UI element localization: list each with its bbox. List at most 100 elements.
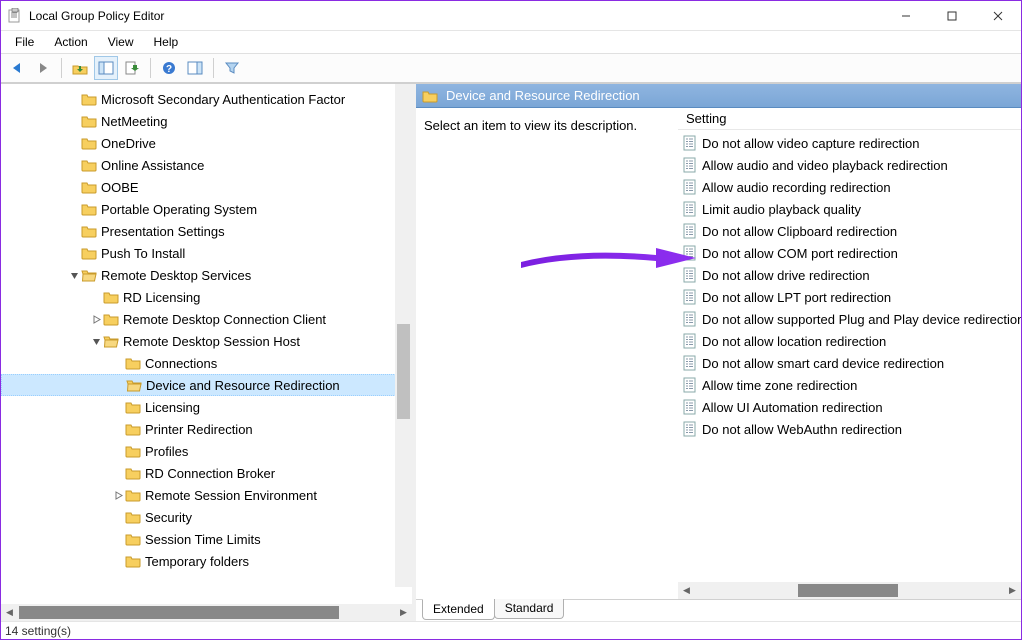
policy-setting-item[interactable]: Do not allow location redirection <box>678 330 1021 352</box>
tree-item-label: Presentation Settings <box>101 224 225 239</box>
tree-item[interactable]: OOBE <box>1 176 412 198</box>
tree-item[interactable]: RD Licensing <box>1 286 412 308</box>
policy-setting-label: Allow time zone redirection <box>702 378 857 393</box>
main-content: Microsoft Secondary Authentication Facto… <box>1 83 1021 621</box>
tree-item-label: OneDrive <box>101 136 156 151</box>
scroll-right-icon[interactable]: ▶ <box>395 604 412 621</box>
details-content: Select an item to view its description. … <box>416 108 1021 599</box>
tree-item-label: Session Time Limits <box>145 532 261 547</box>
chevron-right-icon[interactable] <box>111 491 125 500</box>
help-icon[interactable]: ? <box>157 56 181 80</box>
tree-item[interactable]: NetMeeting <box>1 110 412 132</box>
tree-item[interactable]: Presentation Settings <box>1 220 412 242</box>
scroll-left-icon[interactable]: ◀ <box>1 604 18 621</box>
window-title: Local Group Policy Editor <box>29 9 164 23</box>
up-folder-icon[interactable] <box>68 56 92 80</box>
policy-setting-label: Do not allow COM port redirection <box>702 246 898 261</box>
policy-setting-item[interactable]: Allow audio recording redirection <box>678 176 1021 198</box>
policy-icon <box>682 377 698 393</box>
tree-vertical-scrollbar[interactable] <box>395 84 412 587</box>
title-bar: Local Group Policy Editor <box>1 1 1021 31</box>
tree-horizontal-scrollbar[interactable]: ◀ ▶ <box>1 604 412 621</box>
policy-setting-label: Do not allow drive redirection <box>702 268 870 283</box>
details-tabs: ExtendedStandard <box>416 599 1021 621</box>
folder-icon <box>125 399 141 415</box>
column-header-setting[interactable]: Setting <box>678 108 1021 130</box>
tree-item[interactable]: Remote Desktop Session Host <box>1 330 412 352</box>
close-button[interactable] <box>975 1 1021 31</box>
policy-setting-item[interactable]: Do not allow LPT port redirection <box>678 286 1021 308</box>
policy-setting-item[interactable]: Allow audio and video playback redirecti… <box>678 154 1021 176</box>
folder-icon <box>125 443 141 459</box>
export-list-icon[interactable] <box>120 56 144 80</box>
column-header-label: Setting <box>686 111 726 126</box>
tree-item-label: RD Licensing <box>123 290 200 305</box>
tree-item[interactable]: RD Connection Broker <box>1 462 412 484</box>
tree-item[interactable]: Remote Desktop Connection Client <box>1 308 412 330</box>
tree-item[interactable]: Push To Install <box>1 242 412 264</box>
tree-item[interactable]: Connections <box>1 352 412 374</box>
policy-setting-item[interactable]: Do not allow supported Plug and Play dev… <box>678 308 1021 330</box>
settings-list-column: Setting Do not allow video capture redir… <box>678 108 1021 599</box>
tree-item-label: Remote Desktop Connection Client <box>123 312 326 327</box>
chevron-down-icon[interactable] <box>89 337 103 346</box>
toolbar-separator <box>213 58 214 78</box>
toolbar: ? <box>1 53 1021 83</box>
policy-setting-label: Allow audio and video playback redirecti… <box>702 158 948 173</box>
policy-setting-item[interactable]: Do not allow drive redirection <box>678 264 1021 286</box>
policy-setting-label: Do not allow WebAuthn redirection <box>702 422 902 437</box>
policy-setting-label: Do not allow Clipboard redirection <box>702 224 897 239</box>
policy-setting-label: Do not allow video capture redirection <box>702 136 920 151</box>
tree-item[interactable]: Licensing <box>1 396 412 418</box>
menu-help[interactable]: Help <box>144 33 189 51</box>
tree-item[interactable]: Device and Resource Redirection <box>1 374 412 396</box>
show-hide-action-icon[interactable] <box>183 56 207 80</box>
minimize-button[interactable] <box>883 1 929 31</box>
policy-setting-item[interactable]: Do not allow WebAuthn redirection <box>678 418 1021 440</box>
tree-item[interactable]: Remote Session Environment <box>1 484 412 506</box>
tree-item-label: Temporary folders <box>145 554 249 569</box>
tree-item[interactable]: Temporary folders <box>1 550 412 572</box>
policy-setting-item[interactable]: Do not allow video capture redirection <box>678 132 1021 154</box>
maximize-button[interactable] <box>929 1 975 31</box>
tree-item[interactable]: Profiles <box>1 440 412 462</box>
chevron-right-icon[interactable] <box>89 315 103 324</box>
policy-setting-item[interactable]: Limit audio playback quality <box>678 198 1021 220</box>
scroll-right-icon[interactable]: ▶ <box>1004 582 1021 599</box>
policy-setting-item[interactable]: Do not allow COM port redirection <box>678 242 1021 264</box>
tree-item[interactable]: Session Time Limits <box>1 528 412 550</box>
scrollbar-thumb[interactable] <box>798 584 898 597</box>
chevron-down-icon[interactable] <box>67 271 81 280</box>
menu-action[interactable]: Action <box>44 33 97 51</box>
tree-item[interactable]: Portable Operating System <box>1 198 412 220</box>
tree-item[interactable]: OneDrive <box>1 132 412 154</box>
tab-extended[interactable]: Extended <box>422 599 495 620</box>
tree-item[interactable]: Security <box>1 506 412 528</box>
menu-view[interactable]: View <box>98 33 144 51</box>
folder-icon <box>125 509 141 525</box>
scrollbar-thumb[interactable] <box>397 324 410 419</box>
settings-list[interactable]: Do not allow video capture redirection Al… <box>678 130 1021 582</box>
tree-item[interactable]: Remote Desktop Services <box>1 264 412 286</box>
show-hide-tree-icon[interactable] <box>94 56 118 80</box>
tab-standard[interactable]: Standard <box>494 599 565 619</box>
toolbar-separator <box>150 58 151 78</box>
tree-item-label: Connections <box>145 356 217 371</box>
policy-setting-item[interactable]: Allow UI Automation redirection <box>678 396 1021 418</box>
policy-setting-item[interactable]: Do not allow smart card device redirecti… <box>678 352 1021 374</box>
tree-item[interactable]: Printer Redirection <box>1 418 412 440</box>
tree-item[interactable]: Microsoft Secondary Authentication Facto… <box>1 88 412 110</box>
scroll-left-icon[interactable]: ◀ <box>678 582 695 599</box>
tree-item-label: Push To Install <box>101 246 185 261</box>
list-horizontal-scrollbar[interactable]: ◀ ▶ <box>678 582 1021 599</box>
policy-setting-item[interactable]: Allow time zone redirection <box>678 374 1021 396</box>
scrollbar-thumb[interactable] <box>19 606 339 619</box>
policy-setting-item[interactable]: Do not allow Clipboard redirection <box>678 220 1021 242</box>
tree-item[interactable]: Online Assistance <box>1 154 412 176</box>
folder-open-icon <box>103 333 119 349</box>
menu-file[interactable]: File <box>5 33 44 51</box>
forward-icon[interactable] <box>31 56 55 80</box>
filter-icon[interactable] <box>220 56 244 80</box>
back-icon[interactable] <box>5 56 29 80</box>
tree-body[interactable]: Microsoft Secondary Authentication Facto… <box>1 84 412 604</box>
